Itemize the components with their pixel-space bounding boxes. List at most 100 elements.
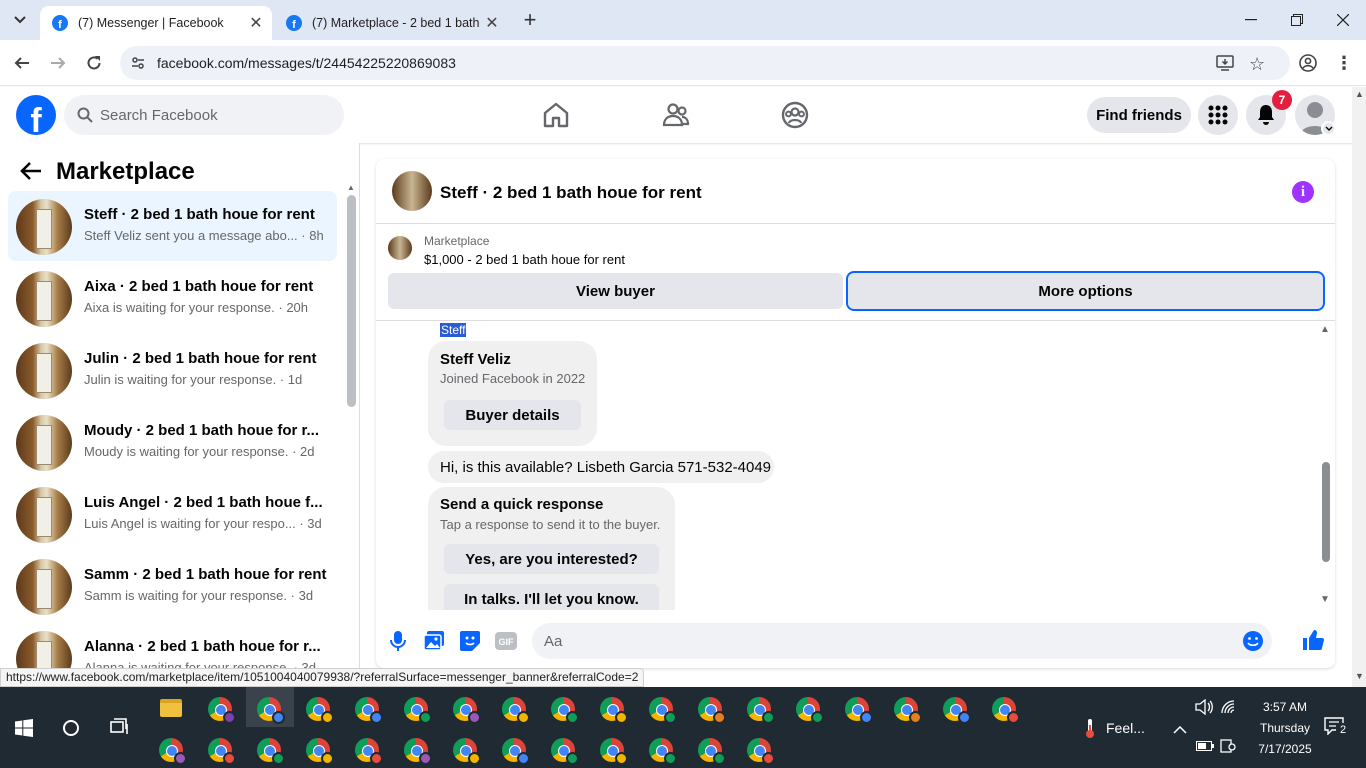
scroll-up-arrow[interactable]: ▲ (1320, 324, 1330, 335)
chrome-window-icon[interactable] (698, 738, 726, 765)
chrome-window-icon[interactable] (257, 697, 285, 724)
view-buyer-button[interactable]: View buyer (388, 273, 843, 309)
install-app-icon[interactable] (1216, 55, 1234, 76)
quick-response-option[interactable]: In talks. I'll let you know. (444, 584, 659, 610)
chat-title[interactable]: Steff · 2 bed 1 bath houe for rent (440, 183, 702, 203)
friends-icon[interactable] (660, 99, 692, 131)
scroll-down-arrow[interactable]: ▼ (1320, 594, 1330, 605)
system-clock[interactable]: 3:57 AM Thursday 7/17/2025 (1250, 697, 1320, 760)
conversation-item[interactable]: Julin · 2 bed 1 bath houe for rent Julin… (8, 335, 337, 405)
chrome-window-icon[interactable] (894, 697, 922, 724)
sticker-icon[interactable] (458, 629, 482, 653)
chrome-window-icon[interactable] (355, 697, 383, 724)
conversation-item[interactable]: Steff · 2 bed 1 bath houe for rent Steff… (8, 191, 337, 261)
conversation-item[interactable]: Samm · 2 bed 1 bath houe for rent Samm i… (8, 551, 337, 621)
close-tab-icon[interactable]: ✕ (246, 13, 266, 33)
chrome-window-icon[interactable] (845, 697, 873, 724)
windows-start-icon[interactable] (15, 719, 33, 737)
browser-menu-icon[interactable]: ⋮ (1330, 49, 1358, 77)
chrome-window-icon[interactable] (600, 697, 628, 724)
gif-icon[interactable]: GIF (494, 629, 518, 653)
chrome-window-icon[interactable] (404, 697, 432, 724)
listing-price-title[interactable]: $1,000 - 2 bed 1 bath houe for rent (424, 252, 625, 267)
chrome-window-icon[interactable] (306, 697, 334, 724)
scrollbar-thumb[interactable] (347, 195, 356, 407)
facebook-search[interactable] (64, 95, 344, 135)
search-input[interactable] (100, 95, 330, 135)
address-bar[interactable]: facebook.com/messages/t/2445422522086908… (120, 46, 1290, 80)
chrome-window-icon[interactable] (600, 738, 628, 765)
task-view-icon[interactable] (110, 718, 130, 736)
conversation-item[interactable]: Luis Angel · 2 bed 1 bath houe f... Luis… (8, 479, 337, 549)
forward-button[interactable] (44, 49, 72, 77)
volume-icon[interactable] (1195, 699, 1213, 715)
chrome-window-icon[interactable] (796, 697, 824, 724)
conversation-item[interactable]: Alanna · 2 bed 1 bath houe for r... Alan… (8, 623, 337, 668)
chrome-window-icon[interactable] (698, 697, 726, 724)
info-icon[interactable]: i (1292, 181, 1314, 203)
chrome-window-icon[interactable] (208, 697, 236, 724)
more-options-button[interactable]: More options (848, 273, 1323, 309)
search-circle-icon[interactable] (62, 719, 80, 737)
menu-grid-button[interactable] (1198, 95, 1238, 135)
chrome-window-icon[interactable] (649, 738, 677, 765)
chrome-window-icon[interactable] (502, 738, 530, 765)
reload-button[interactable] (80, 49, 108, 77)
emoji-icon[interactable] (1242, 630, 1264, 652)
scrollbar-thumb[interactable] (1322, 462, 1330, 562)
page-scrollbar[interactable]: ▲ ▼ (1352, 87, 1366, 687)
chrome-window-icon[interactable] (551, 738, 579, 765)
scroll-up-arrow[interactable]: ▲ (1355, 89, 1364, 99)
groups-icon[interactable] (779, 99, 811, 131)
tab-search-button[interactable] (8, 8, 32, 32)
new-tab-button[interactable]: + (518, 7, 542, 32)
chevron-down-icon[interactable] (1321, 121, 1336, 136)
chrome-window-icon[interactable] (306, 738, 334, 765)
conversation-item[interactable]: Moudy · 2 bed 1 bath houe for r... Moudy… (8, 407, 337, 477)
chrome-window-icon[interactable] (551, 697, 579, 724)
chrome-window-icon[interactable] (257, 738, 285, 765)
listing-thumbnail[interactable] (388, 236, 412, 260)
find-friends-button[interactable]: Find friends (1087, 97, 1191, 133)
chrome-window-icon[interactable] (747, 738, 775, 765)
conversation-item[interactable]: Aixa · 2 bed 1 bath houe for rent Aixa i… (8, 263, 337, 333)
home-icon[interactable] (540, 99, 572, 131)
chrome-window-icon[interactable] (649, 697, 677, 724)
buyer-details-button[interactable]: Buyer details (444, 400, 581, 430)
microphone-icon[interactable] (386, 629, 410, 653)
like-thumbs-up-icon[interactable] (1301, 628, 1325, 652)
chrome-window-icon[interactable] (502, 697, 530, 724)
chrome-window-icon[interactable] (992, 697, 1020, 724)
chrome-window-icon[interactable] (159, 738, 187, 765)
back-arrow-icon[interactable] (20, 161, 42, 186)
tab-messenger[interactable]: f (7) Messenger | Facebook ✕ (40, 6, 272, 40)
site-info-icon[interactable] (130, 55, 146, 76)
message-input[interactable] (544, 623, 1244, 659)
photo-icon[interactable] (422, 629, 446, 653)
tab-marketplace[interactable]: f (7) Marketplace - 2 bed 1 bath h ✕ (274, 6, 508, 40)
listing-avatar[interactable] (392, 171, 432, 211)
chrome-window-icon[interactable] (404, 738, 432, 765)
scroll-up-arrow[interactable]: ▲ (347, 183, 355, 192)
quick-response-option[interactable]: Yes, are you interested? (444, 544, 659, 574)
close-tab-icon[interactable]: ✕ (482, 13, 502, 33)
chrome-window-icon[interactable] (208, 738, 236, 765)
profile-icon[interactable] (1294, 49, 1322, 77)
chevron-up-icon[interactable] (1173, 721, 1187, 739)
file-explorer-icon[interactable] (160, 699, 182, 717)
bookmark-star-icon[interactable]: ☆ (1249, 54, 1265, 75)
chrome-window-icon[interactable] (453, 697, 481, 724)
chrome-window-icon[interactable] (453, 738, 481, 765)
restore-button[interactable] (1274, 0, 1320, 40)
display-icon[interactable] (1220, 738, 1236, 754)
facebook-logo[interactable]: f (16, 95, 56, 135)
battery-icon[interactable] (1196, 741, 1214, 751)
scroll-down-arrow[interactable]: ▼ (1355, 671, 1364, 681)
chrome-window-icon[interactable] (943, 697, 971, 724)
chrome-window-icon[interactable] (355, 738, 383, 765)
close-window-button[interactable] (1320, 0, 1366, 40)
chrome-window-icon[interactable] (747, 697, 775, 724)
back-button[interactable] (8, 49, 36, 77)
minimize-button[interactable] (1228, 0, 1274, 40)
wifi-icon[interactable] (1220, 699, 1236, 715)
